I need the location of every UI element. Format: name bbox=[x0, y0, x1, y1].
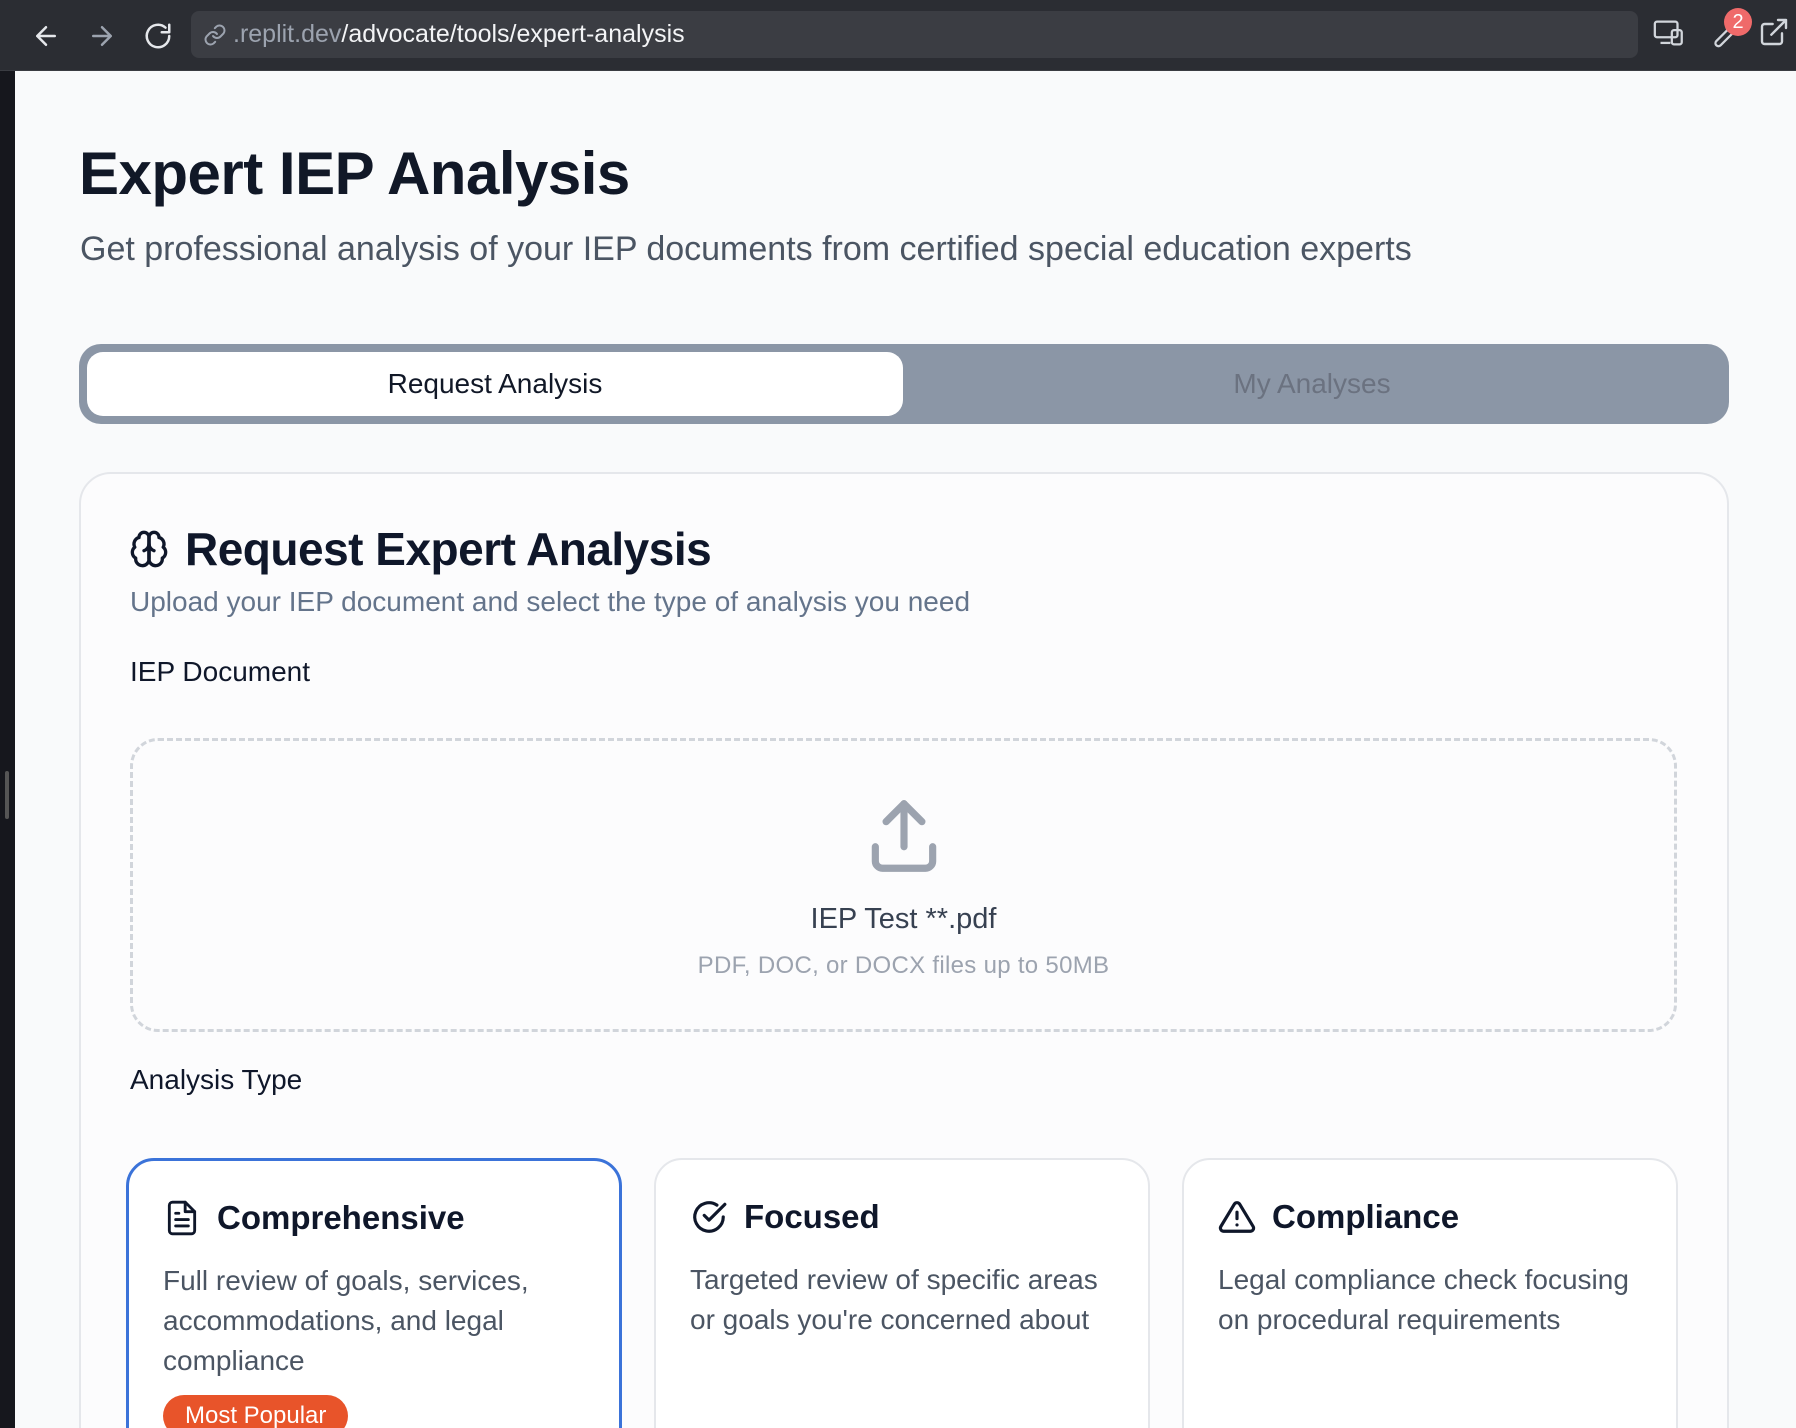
url-path: /advocate/tools/expert-analysis bbox=[341, 20, 685, 48]
page-title: Expert IEP Analysis bbox=[79, 140, 630, 207]
tab-request-analysis[interactable]: Request Analysis bbox=[87, 352, 903, 416]
notification-badge: 2 bbox=[1724, 8, 1752, 36]
page-content: Expert IEP Analysis Get professional ana… bbox=[15, 71, 1796, 1428]
request-analysis-card: Request Expert Analysis Upload your IEP … bbox=[79, 472, 1729, 1428]
document-icon bbox=[167, 1200, 197, 1236]
url-host: .replit.dev bbox=[233, 20, 342, 48]
most-popular-badge: Most Popular bbox=[163, 1395, 349, 1428]
option-title: Focused bbox=[744, 1198, 880, 1235]
page-subtitle: Get professional analysis of your IEP do… bbox=[80, 230, 1412, 268]
option-title: Comprehensive bbox=[217, 1199, 465, 1236]
file-type-hint: PDF, DOC, or DOCX files up to 50MB bbox=[697, 952, 1110, 979]
check-circle-icon bbox=[693, 1201, 727, 1233]
devices-icon bbox=[1653, 20, 1683, 46]
address-bar[interactable]: .replit.dev/advocate/tools/expert-analys… bbox=[191, 11, 1638, 58]
option-description: Targeted review of specific areas or goa… bbox=[690, 1264, 1098, 1335]
external-link-icon bbox=[1760, 18, 1788, 46]
analysis-option-focused[interactable]: Focused Targeted review of specific area… bbox=[654, 1158, 1150, 1428]
tab-list: Request Analysis My Analyses bbox=[79, 344, 1729, 424]
arrow-right-icon bbox=[92, 26, 112, 46]
link-icon bbox=[204, 24, 226, 45]
option-header: Focused bbox=[690, 1198, 880, 1236]
analysis-type-label: Analysis Type bbox=[130, 1064, 303, 1095]
upload-icon bbox=[871, 800, 936, 872]
left-edge bbox=[0, 71, 15, 1428]
devices-button[interactable] bbox=[1652, 16, 1688, 56]
option-header: Compliance bbox=[1218, 1198, 1459, 1236]
back-button[interactable] bbox=[26, 16, 66, 56]
analysis-option-compliance[interactable]: Compliance Legal compliance check focusi… bbox=[1182, 1158, 1678, 1428]
resize-handle[interactable] bbox=[5, 771, 9, 819]
warning-triangle-icon bbox=[1218, 1201, 1256, 1233]
option-description: Full review of goals, services, accommod… bbox=[163, 1265, 529, 1376]
option-title: Compliance bbox=[1272, 1198, 1460, 1235]
option-description: Legal compliance check focusing on proce… bbox=[1218, 1264, 1629, 1335]
tab-my-analyses[interactable]: My Analyses bbox=[904, 352, 1720, 416]
file-dropzone[interactable]: IEP Test **.pdf PDF, DOC, or DOCX files … bbox=[130, 738, 1677, 1032]
card-description: Upload your IEP document and select the … bbox=[130, 586, 971, 617]
analysis-option-comprehensive[interactable]: Comprehensive Full review of goals, serv… bbox=[126, 1158, 622, 1428]
brain-icon bbox=[130, 530, 168, 568]
forward-button[interactable] bbox=[82, 16, 122, 56]
card-header: Request Expert Analysis bbox=[129, 522, 712, 576]
tools-button[interactable]: 2 bbox=[1706, 8, 1752, 56]
iep-document-label: IEP Document bbox=[130, 656, 311, 687]
browser-toolbar: .replit.dev/advocate/tools/expert-analys… bbox=[0, 0, 1796, 71]
reload-button[interactable] bbox=[138, 16, 178, 56]
open-external-button[interactable] bbox=[1758, 16, 1794, 56]
card-title: Request Expert Analysis bbox=[185, 523, 712, 575]
selected-file-name: IEP Test **.pdf bbox=[810, 903, 997, 935]
option-header: Comprehensive bbox=[163, 1199, 465, 1237]
reload-icon bbox=[145, 23, 171, 49]
arrow-left-icon bbox=[36, 26, 56, 46]
